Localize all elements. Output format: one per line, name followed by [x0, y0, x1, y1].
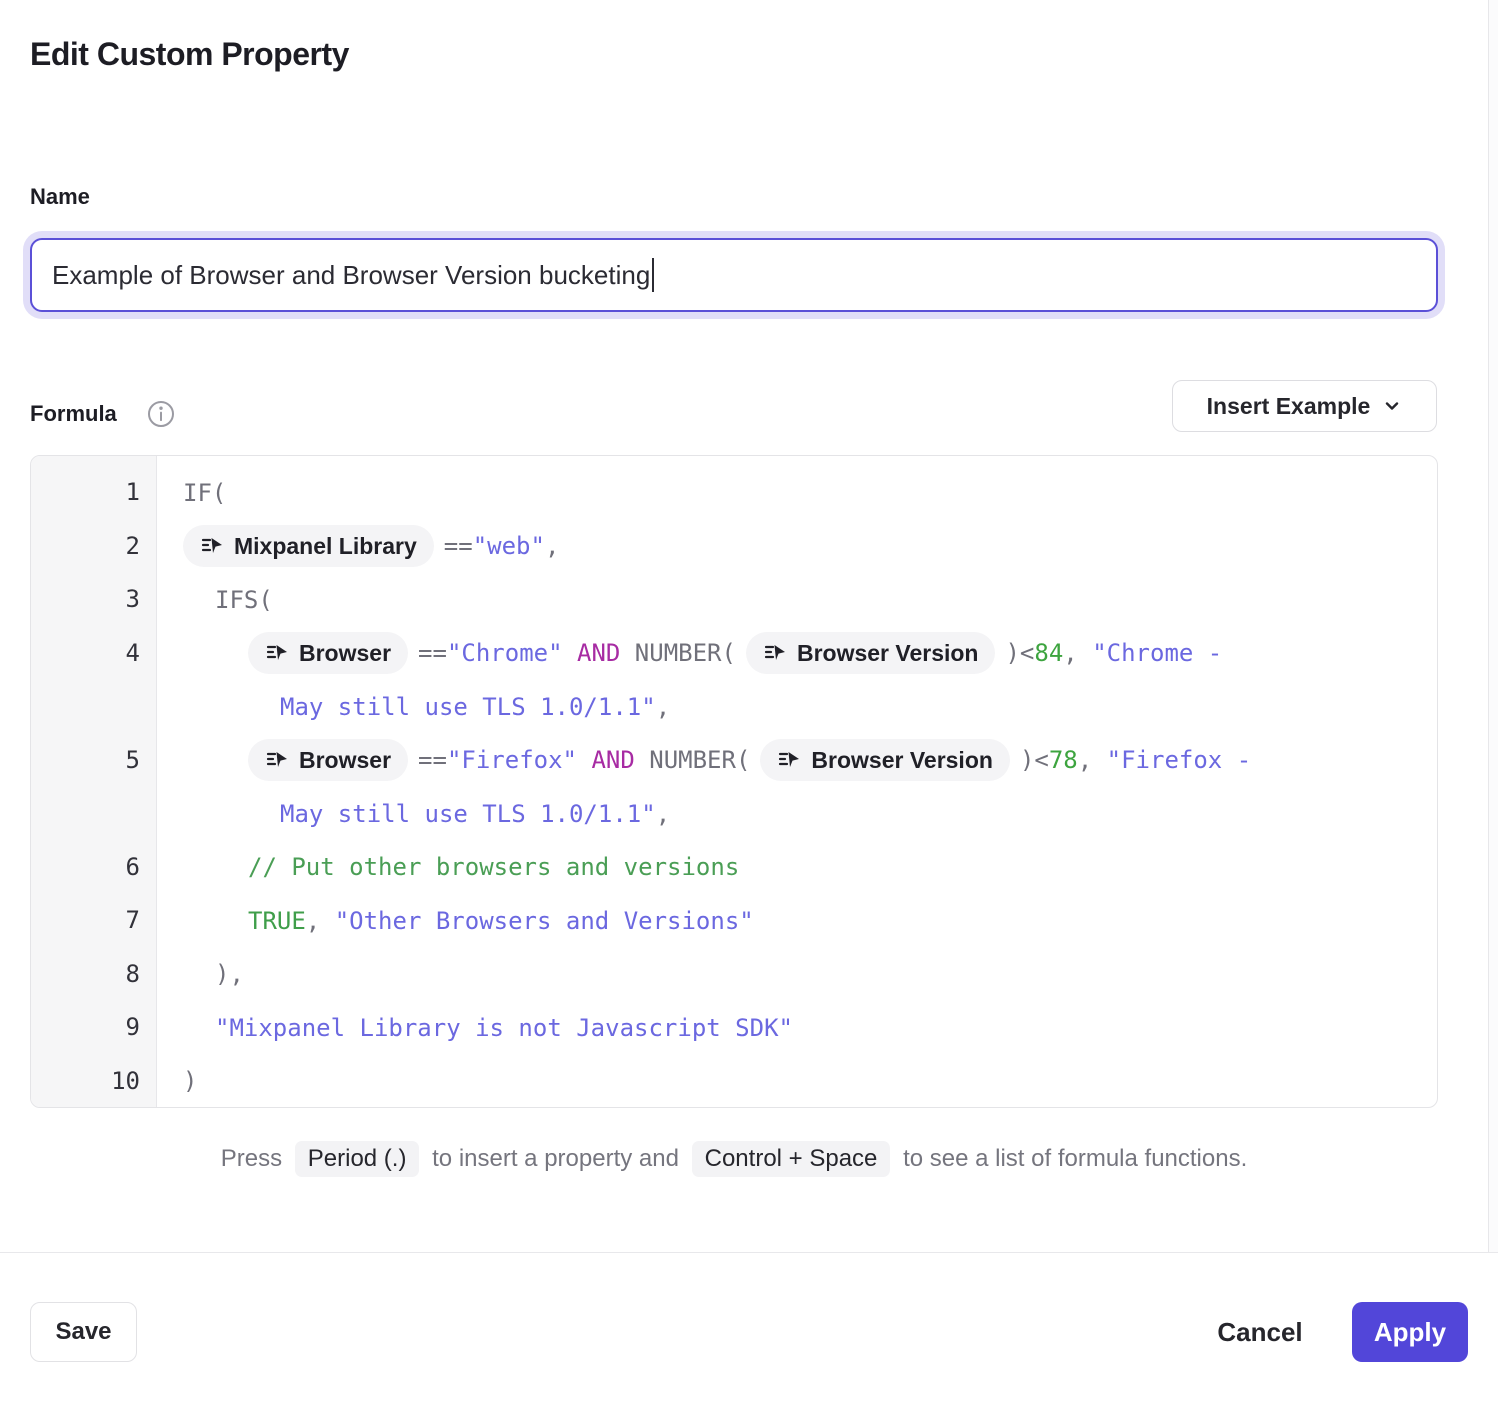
line-number-gutter: 1 2 3 4 5 6 7 8 9 10	[31, 456, 157, 1107]
code-line: Mixpanel Library =="web",	[157, 520, 1437, 574]
page-title: Edit Custom Property	[30, 36, 349, 73]
scrollbar-track[interactable]	[1488, 0, 1498, 1252]
event-property-icon	[265, 748, 289, 772]
property-chip[interactable]: Browser	[248, 632, 408, 674]
line-number	[31, 787, 156, 841]
code-line: // Put other browsers and versions	[157, 841, 1437, 895]
line-number: 4	[31, 627, 156, 681]
hint-text: to see a list of formula functions.	[903, 1145, 1247, 1172]
hint-text: Press	[221, 1145, 282, 1172]
line-number: 6	[31, 841, 156, 895]
code-line: Browser =="Chrome" AND NUMBER( Browser V…	[157, 627, 1437, 681]
property-chip[interactable]: Browser Version	[760, 739, 1010, 781]
formula-section-label: Formula	[30, 401, 117, 427]
property-chip[interactable]: Browser Version	[746, 632, 996, 674]
hint-text: to insert a property and	[432, 1145, 679, 1172]
code-line: IF(	[157, 466, 1437, 520]
code-line-wrap: May still use TLS 1.0/1.1",	[157, 680, 1437, 734]
line-number	[31, 680, 156, 734]
event-property-icon	[763, 641, 787, 665]
cancel-button[interactable]: Cancel	[1200, 1302, 1320, 1362]
name-field-label: Name	[30, 184, 90, 210]
name-input-value: Example of Browser and Browser Version b…	[52, 260, 650, 291]
save-button[interactable]: Save	[30, 1302, 137, 1362]
code-line: ),	[157, 948, 1437, 1002]
property-chip-label: Browser	[299, 747, 391, 774]
line-number: 1	[31, 466, 156, 520]
code-line: IFS(	[157, 573, 1437, 627]
info-icon[interactable]	[146, 399, 176, 429]
event-property-icon	[200, 534, 224, 558]
property-chip[interactable]: Browser	[248, 739, 408, 781]
line-number: 9	[31, 1001, 156, 1055]
name-input[interactable]: Example of Browser and Browser Version b…	[30, 238, 1438, 312]
property-chip-label: Mixpanel Library	[234, 533, 417, 560]
code-area[interactable]: IF( Mixpanel Library =="web", IFS(	[157, 456, 1437, 1107]
line-number: 5	[31, 734, 156, 788]
editor-hint: Press Period (.) to insert a property an…	[30, 1141, 1438, 1177]
code-line: Browser =="Firefox" AND NUMBER( Browser …	[157, 734, 1437, 788]
line-number: 2	[31, 520, 156, 574]
formula-code-editor[interactable]: 1 2 3 4 5 6 7 8 9 10 IF( Mixpanel Librar…	[30, 455, 1438, 1108]
property-chip[interactable]: Mixpanel Library	[183, 525, 434, 567]
line-number: 3	[31, 573, 156, 627]
code-line: )	[157, 1055, 1437, 1109]
property-chip-label: Browser Version	[811, 747, 993, 774]
code-line-wrap: May still use TLS 1.0/1.1",	[157, 787, 1437, 841]
insert-example-button[interactable]: Insert Example	[1172, 380, 1437, 432]
line-number: 10	[31, 1055, 156, 1109]
property-chip-label: Browser Version	[797, 640, 979, 667]
apply-button[interactable]: Apply	[1352, 1302, 1468, 1362]
code-line: "Mixpanel Library is not Javascript SDK"	[157, 1001, 1437, 1055]
kbd-control-space-chip: Control + Space	[692, 1141, 891, 1177]
text-caret	[652, 258, 654, 292]
code-line: TRUE, "Other Browsers and Versions"	[157, 894, 1437, 948]
insert-example-label: Insert Example	[1207, 393, 1371, 420]
event-property-icon	[777, 748, 801, 772]
footer-divider	[0, 1252, 1498, 1253]
event-property-icon	[265, 641, 289, 665]
kbd-period-chip: Period (.)	[295, 1141, 420, 1177]
line-number: 7	[31, 894, 156, 948]
line-number: 8	[31, 948, 156, 1002]
property-chip-label: Browser	[299, 640, 391, 667]
chevron-down-icon	[1382, 396, 1402, 416]
